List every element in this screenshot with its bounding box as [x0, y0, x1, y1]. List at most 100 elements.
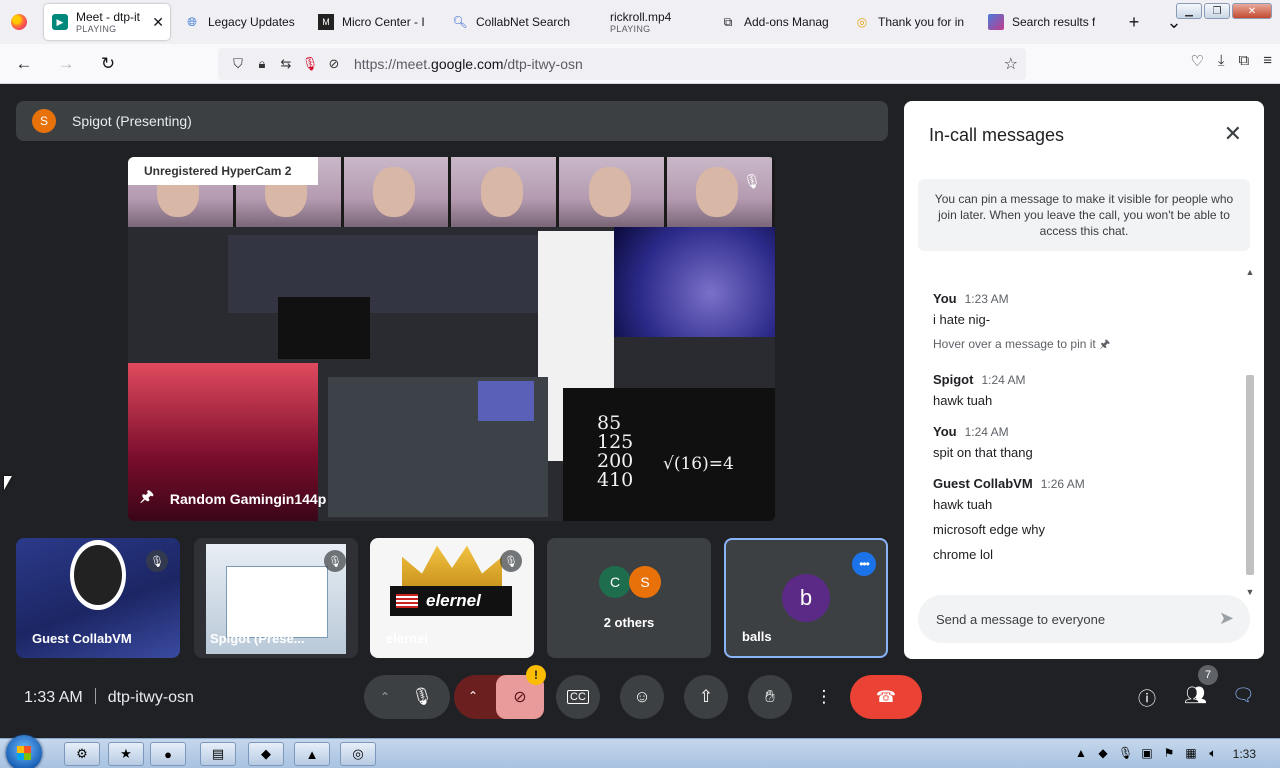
tab-rickroll[interactable]: rickroll.mp4 PLAYING [578, 4, 712, 40]
action-center-icon[interactable]: ⚑ [1162, 746, 1176, 761]
raise-hand-button[interactable]: ✋︎ [748, 675, 792, 719]
url-text[interactable]: https://meet.google.com/dtp-itwy-osn [354, 56, 583, 72]
message-group[interactable]: Guest CollabVM 1:26 AM hawk tuah microsof… [933, 476, 1243, 562]
scroll-up-icon[interactable]: ▲ [1244, 267, 1256, 277]
video-name-label: 🖈 Random Gamingin144p [140, 486, 326, 511]
call-controls-bar: 1:33 AM dtp-itwy-osn ⌃ 🎙︎ ⌃ ⊘ ! CC ☺ ⇧ ✋︎… [0, 665, 1280, 723]
taskbar-app-icon[interactable]: ▤ [200, 742, 236, 766]
downloads-icon[interactable]: ⤓ [1218, 52, 1225, 70]
microphone-tray-icon[interactable]: 🎙︎ [1118, 746, 1133, 761]
mic-off-icon: 🎙︎ [743, 173, 761, 189]
tab-collabnet[interactable]: 🔍︎ CollabNet Search [444, 4, 578, 40]
message-group[interactable]: You 1:23 AM i hate nig- Hover over a mess… [933, 291, 1243, 356]
permissions-icon[interactable]: ⇆ [274, 56, 298, 72]
taskbar-app-icon[interactable]: ★ [108, 742, 144, 766]
taskbar-app-icon[interactable]: ⚙︎ [64, 742, 100, 766]
participant-name: elernel [386, 631, 428, 646]
bookmark-star-icon[interactable]: ☆ [1004, 54, 1018, 74]
microphone-control[interactable]: ⌃ 🎙︎ [364, 675, 450, 719]
network-icon[interactable]: ▦ [1184, 746, 1198, 761]
close-tab-icon[interactable]: ✕ [152, 14, 164, 31]
start-button[interactable] [6, 735, 42, 768]
tab-search-results[interactable]: Search results f [980, 4, 1114, 40]
volume-icon[interactable]: 🔈︎ [1206, 746, 1220, 761]
scroll-thumb[interactable] [1246, 375, 1254, 575]
microphone-active-icon[interactable]: 🎙︎ [298, 56, 322, 72]
address-bar[interactable]: ⛉ 🔒︎ ⇆ 🎙︎ ⊘ https://meet.google.com/dtp-… [218, 48, 1026, 80]
participant-tile[interactable]: 🎙︎ Spigot (Prese... [194, 538, 358, 658]
firefox-menu-icon[interactable] [0, 0, 38, 44]
present-button[interactable]: ⇧ [684, 675, 728, 719]
minimize-icon[interactable]: ▁ [1176, 3, 1202, 19]
firefox-taskbar-icon[interactable]: ● [150, 742, 186, 766]
tab-title: Meet - dtp-it [76, 10, 141, 24]
send-icon[interactable]: ➤ [1219, 608, 1234, 629]
mic-off-icon: 🎙︎ [500, 550, 522, 572]
pocket-icon[interactable]: ♡ [1190, 52, 1203, 70]
info-icon[interactable]: ⓘ [1138, 685, 1156, 711]
meeting-code: dtp-itwy-osn [107, 689, 194, 706]
taskbar-app-icon[interactable]: ◆ [248, 742, 284, 766]
more-vert-icon: ⋮ [815, 687, 833, 706]
puzzle-icon: ⧉ [723, 14, 733, 29]
taskbar-app-icon[interactable]: ◎ [340, 742, 376, 766]
reload-icon[interactable]: ↻ [90, 48, 126, 80]
tab-meet[interactable]: ▶ Meet - dtp-it PLAYING ✕ [44, 4, 170, 40]
window-close-icon[interactable]: ✕ [1232, 3, 1272, 19]
tab-playing-label: PLAYING [610, 24, 651, 34]
chat-scrollbar[interactable]: ▲ ▼ [1244, 267, 1256, 597]
participant-tile[interactable]: 🎙︎ Guest CollabVM [16, 538, 180, 658]
toolbar-right: ♡ ⤓ ⧉ ≡ [1190, 52, 1272, 70]
back-icon[interactable]: ← [6, 48, 42, 80]
tab-addons[interactable]: ⧉ Add-ons Manag [712, 4, 846, 40]
people-icon[interactable]: 👥︎ [1184, 685, 1207, 706]
message-author: You [933, 291, 957, 306]
window-controls: ▁ ❐ ✕ [1176, 3, 1272, 19]
taskbar-clock[interactable]: 1:33 [1233, 747, 1256, 761]
forward-icon[interactable]: → [48, 48, 84, 80]
main-video[interactable]: Unregistered HyperCam 2 85 125 200 410 √… [128, 157, 775, 521]
pin-icon[interactable]: 🖈 [140, 486, 154, 511]
hypercam-watermark: Unregistered HyperCam 2 [128, 157, 318, 185]
tray-app-icon[interactable]: ▣ [1140, 746, 1154, 761]
navigation-bar: ← → ↻ ⛉ 🔒︎ ⇆ 🎙︎ ⊘ https://meet.google.co… [0, 44, 1280, 84]
menu-icon[interactable]: ≡ [1263, 52, 1272, 70]
chat-input[interactable]: Send a message to everyone ➤ [918, 595, 1250, 643]
vlc-taskbar-icon[interactable]: ▲ [294, 742, 330, 766]
more-options-icon[interactable]: ••• [852, 552, 876, 576]
lock-icon[interactable]: 🔒︎ [250, 56, 274, 72]
camera-blocked-icon[interactable]: ⊘ [322, 56, 346, 72]
scroll-down-icon[interactable]: ▼ [1244, 587, 1256, 597]
leave-call-button[interactable]: ☎︎ [850, 675, 922, 719]
video-settings-chevron-icon[interactable]: ⌃ [468, 689, 478, 703]
maximize-icon[interactable]: ❐ [1204, 3, 1230, 19]
vlc-tray-icon[interactable]: ▲ [1074, 746, 1088, 761]
self-tile[interactable]: b ••• balls [724, 538, 888, 658]
meet-stage: S Spigot (Presenting) Unregistered Hyper… [0, 85, 1280, 737]
close-icon[interactable]: ✕ [1224, 121, 1242, 147]
tray-app-icon[interactable]: ◆ [1096, 746, 1110, 761]
microphone-icon[interactable]: 🎙︎ [400, 675, 444, 719]
microcenter-icon: M [318, 14, 334, 30]
new-tab-button[interactable]: + [1114, 4, 1154, 40]
chat-icon[interactable]: 🗨︎ [1232, 685, 1255, 706]
others-count: 2 others [603, 615, 655, 630]
others-tile[interactable]: C S 2 others [547, 538, 711, 658]
extensions-icon[interactable]: ⧉ [1239, 52, 1250, 70]
tab-thank-you[interactable]: ◎ Thank you for in [846, 4, 980, 40]
message-group[interactable]: You 1:24 AM spit on that thang [933, 424, 1243, 460]
audio-settings-chevron-icon[interactable]: ⌃ [370, 675, 400, 719]
more-options-button[interactable]: ⋮ [802, 675, 846, 719]
shield-icon[interactable]: ⛉ [226, 56, 250, 72]
mic-off-icon: 🎙︎ [146, 550, 168, 572]
reactions-button[interactable]: ☺ [620, 675, 664, 719]
tab-legacy-updates[interactable]: 🌐︎ Legacy Updates [176, 4, 310, 40]
people-count-badge: 7 [1198, 665, 1218, 685]
message-group[interactable]: Spigot 1:24 AM hawk tuah [933, 372, 1243, 408]
warning-icon[interactable]: ! [526, 665, 546, 685]
message-time: 1:24 AM [981, 373, 1026, 387]
captions-button[interactable]: CC [556, 675, 600, 719]
windows-taskbar: ⚙︎ ★ ● ▤ ◆ ▲ ◎ ▲ ◆ 🎙︎ ▣ ⚑ ▦ 🔈︎ 1:33 [0, 735, 1280, 768]
participant-tile[interactable]: elernel 🎙︎ elernel [370, 538, 534, 658]
tab-micro-center[interactable]: M Micro Center - I [310, 4, 444, 40]
